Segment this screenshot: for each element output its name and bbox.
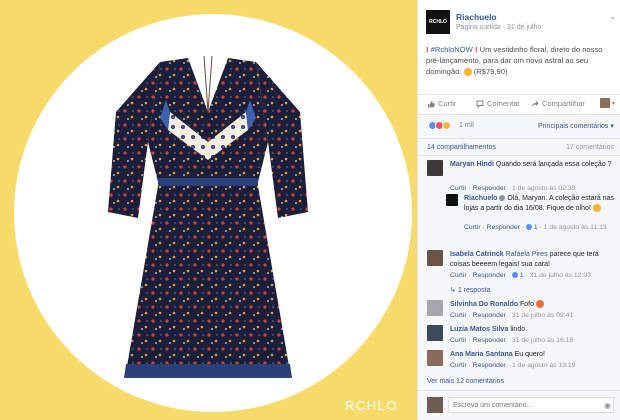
comment-time[interactable]: · 31 de julho às 12:03 — [526, 272, 591, 279]
avatar — [599, 98, 610, 108]
comment-icon — [476, 100, 484, 108]
see-more-comments-link[interactable]: Ver mais 12 comentários — [427, 378, 504, 385]
post-text: ! #RchloNOW ! Um vestidinho floral, dire… — [426, 44, 614, 77]
comment-like-count[interactable]: 1 — [534, 224, 538, 231]
avatar[interactable] — [427, 160, 443, 176]
comment-time[interactable]: · 1 de agosto às 11:13 — [540, 224, 607, 231]
like-label: Curtir — [438, 99, 457, 108]
chevron-down-icon[interactable]: ⌄ — [609, 12, 616, 21]
avatar — [427, 397, 443, 413]
comment-body: Ana Maria Santana Eu quero! — [450, 350, 613, 360]
comment-like-reply-links[interactable]: Curtir · Responder — [450, 272, 506, 279]
comment-text: lindo — [510, 326, 526, 333]
watermark-text: RCHLO — [345, 398, 399, 413]
like-button[interactable]: Curtir — [427, 99, 456, 108]
comment-button[interactable]: Comentar — [476, 99, 520, 108]
exclamation-icon: ! — [426, 45, 429, 54]
caret-down-icon: ▾ — [611, 100, 615, 107]
comment-time[interactable]: · 31 de julho às 16:16 — [508, 337, 573, 344]
share-button[interactable]: Compartilhar — [531, 99, 585, 108]
reaction-count[interactable]: 1 mil — [459, 122, 474, 129]
smile-emoji-icon — [592, 203, 601, 212]
mention-link[interactable]: Rafaela Pires — [506, 251, 548, 258]
comment-body: Maryan Hindi Quando será lançada essa co… — [450, 160, 613, 170]
comment-time[interactable]: · 1 de agosto às 13:19 — [508, 362, 576, 369]
comment-time[interactable]: · 31 de julho às 09:41 — [508, 312, 573, 319]
comment-text: Quando será lançada essa coleção ? — [495, 161, 612, 168]
post-header: RCHLO Riachuelo Página curtida · 31 de j… — [426, 10, 616, 40]
commenter-name[interactable]: Luzia Matos Silva — [450, 326, 508, 333]
comment-time[interactable]: · 1 de agosto às 02:39 — [508, 185, 576, 192]
comment-text: Fofo — [520, 301, 535, 308]
commenter-name[interactable]: Silvinha Do Ronaldo — [450, 301, 518, 308]
comment-text: Eu quero! — [514, 351, 545, 358]
comment-actions: Curtir · Responder · 1 · 1 de agosto às … — [464, 224, 607, 231]
smile-emoji-icon — [463, 68, 472, 76]
shares-link[interactable]: 14 compartilhamentos — [427, 144, 496, 151]
commenter-name[interactable]: Isabela Catrinck — [450, 251, 504, 258]
hashtag-link[interactable]: #RchloNOW — [431, 45, 473, 54]
comment-like-reply-links[interactable]: Curtir · Responder — [450, 185, 506, 192]
comment-body: Silvinha Do Ronaldo Fofo — [450, 300, 613, 310]
post-price: (R$79,90) — [473, 67, 508, 76]
comment-like-reply-links[interactable]: Curtir · Responder — [464, 224, 520, 231]
page-avatar[interactable] — [446, 194, 458, 206]
verified-icon — [499, 195, 506, 202]
comment-sort-dropdown[interactable]: Principais comentários ▾ — [538, 122, 614, 130]
like-count-icon — [511, 272, 518, 279]
thumbs-up-icon — [428, 100, 435, 107]
comment-input[interactable] — [448, 397, 614, 413]
exclamation-icon: ! — [474, 45, 478, 54]
post-photo[interactable]: RCHLO — [0, 0, 417, 420]
comment-actions: Curtir · Responder · 1 · 31 de julho às … — [450, 272, 591, 279]
comment-like-reply-links[interactable]: Curtir · Responder — [450, 362, 506, 369]
avatar[interactable] — [427, 300, 443, 316]
avatar[interactable] — [427, 350, 443, 366]
replies-count: 1 resposta — [457, 287, 491, 294]
commenter-name[interactable]: Riachuelo — [464, 195, 497, 202]
post-panel: RCHLO Riachuelo Página curtida · 31 de j… — [417, 0, 620, 420]
post-as-selector[interactable]: ▾ — [599, 98, 615, 108]
action-bar: Curtir Comentar Compartilhar ▾ — [418, 94, 620, 112]
reactions-bar: 1 mil Principais comentários ▾ — [418, 114, 620, 138]
camera-icon[interactable]: ◉ — [604, 401, 611, 410]
view-replies-link[interactable]: ↳ 1 resposta — [450, 286, 491, 294]
share-label: Compartilhar — [542, 99, 585, 108]
comment-like-count[interactable]: 1 — [520, 272, 524, 279]
comment-actions: Curtir · Responder · 31 de julho às 09:4… — [450, 312, 573, 319]
page-name-link[interactable]: Riachuelo — [456, 12, 497, 22]
dress-image — [108, 55, 308, 378]
comments-list: Maryan Hindi Quando será lançada essa co… — [418, 156, 620, 390]
page-type: Página curtida — [456, 24, 501, 31]
comment-like-reply-links[interactable]: Curtir · Responder — [450, 337, 506, 344]
emoji-icon — [535, 300, 544, 309]
wow-reaction-icon — [442, 121, 451, 130]
comment-composer: ◉ — [418, 390, 620, 420]
comment-body: Riachuelo Olá, Maryan. A coleção estará … — [464, 194, 614, 213]
commenter-name[interactable]: Maryan Hindi — [450, 161, 494, 168]
comment-like-reply-links[interactable]: Curtir · Responder — [450, 312, 506, 319]
comments-count: 17 comentários — [566, 144, 614, 151]
comment-label: Comentar — [487, 99, 520, 108]
post-date[interactable]: 31 de julho — [507, 24, 541, 31]
avatar[interactable] — [427, 250, 443, 266]
comment-body: Isabela Catrinck Rafaela Pires parece qu… — [450, 250, 613, 269]
comment-actions: Curtir · Responder · 1 de agosto às 02:3… — [450, 185, 575, 192]
page-subtitle: Página curtida · 31 de julho — [456, 24, 542, 31]
avatar[interactable] — [427, 325, 443, 341]
comment-actions: Curtir · Responder · 31 de julho às 16:1… — [450, 337, 573, 344]
page-avatar-logo[interactable]: RCHLO — [426, 10, 450, 34]
comment-body: Luzia Matos Silva lindo — [450, 325, 613, 335]
comment-actions: Curtir · Responder · 1 de agosto às 13:1… — [450, 362, 575, 369]
commenter-name[interactable]: Ana Maria Santana — [450, 351, 513, 358]
post-meta: 14 compartilhamentos 17 comentários — [418, 138, 620, 156]
reaction-icons[interactable] — [428, 121, 451, 130]
share-icon — [532, 100, 539, 107]
like-count-icon — [525, 224, 532, 231]
